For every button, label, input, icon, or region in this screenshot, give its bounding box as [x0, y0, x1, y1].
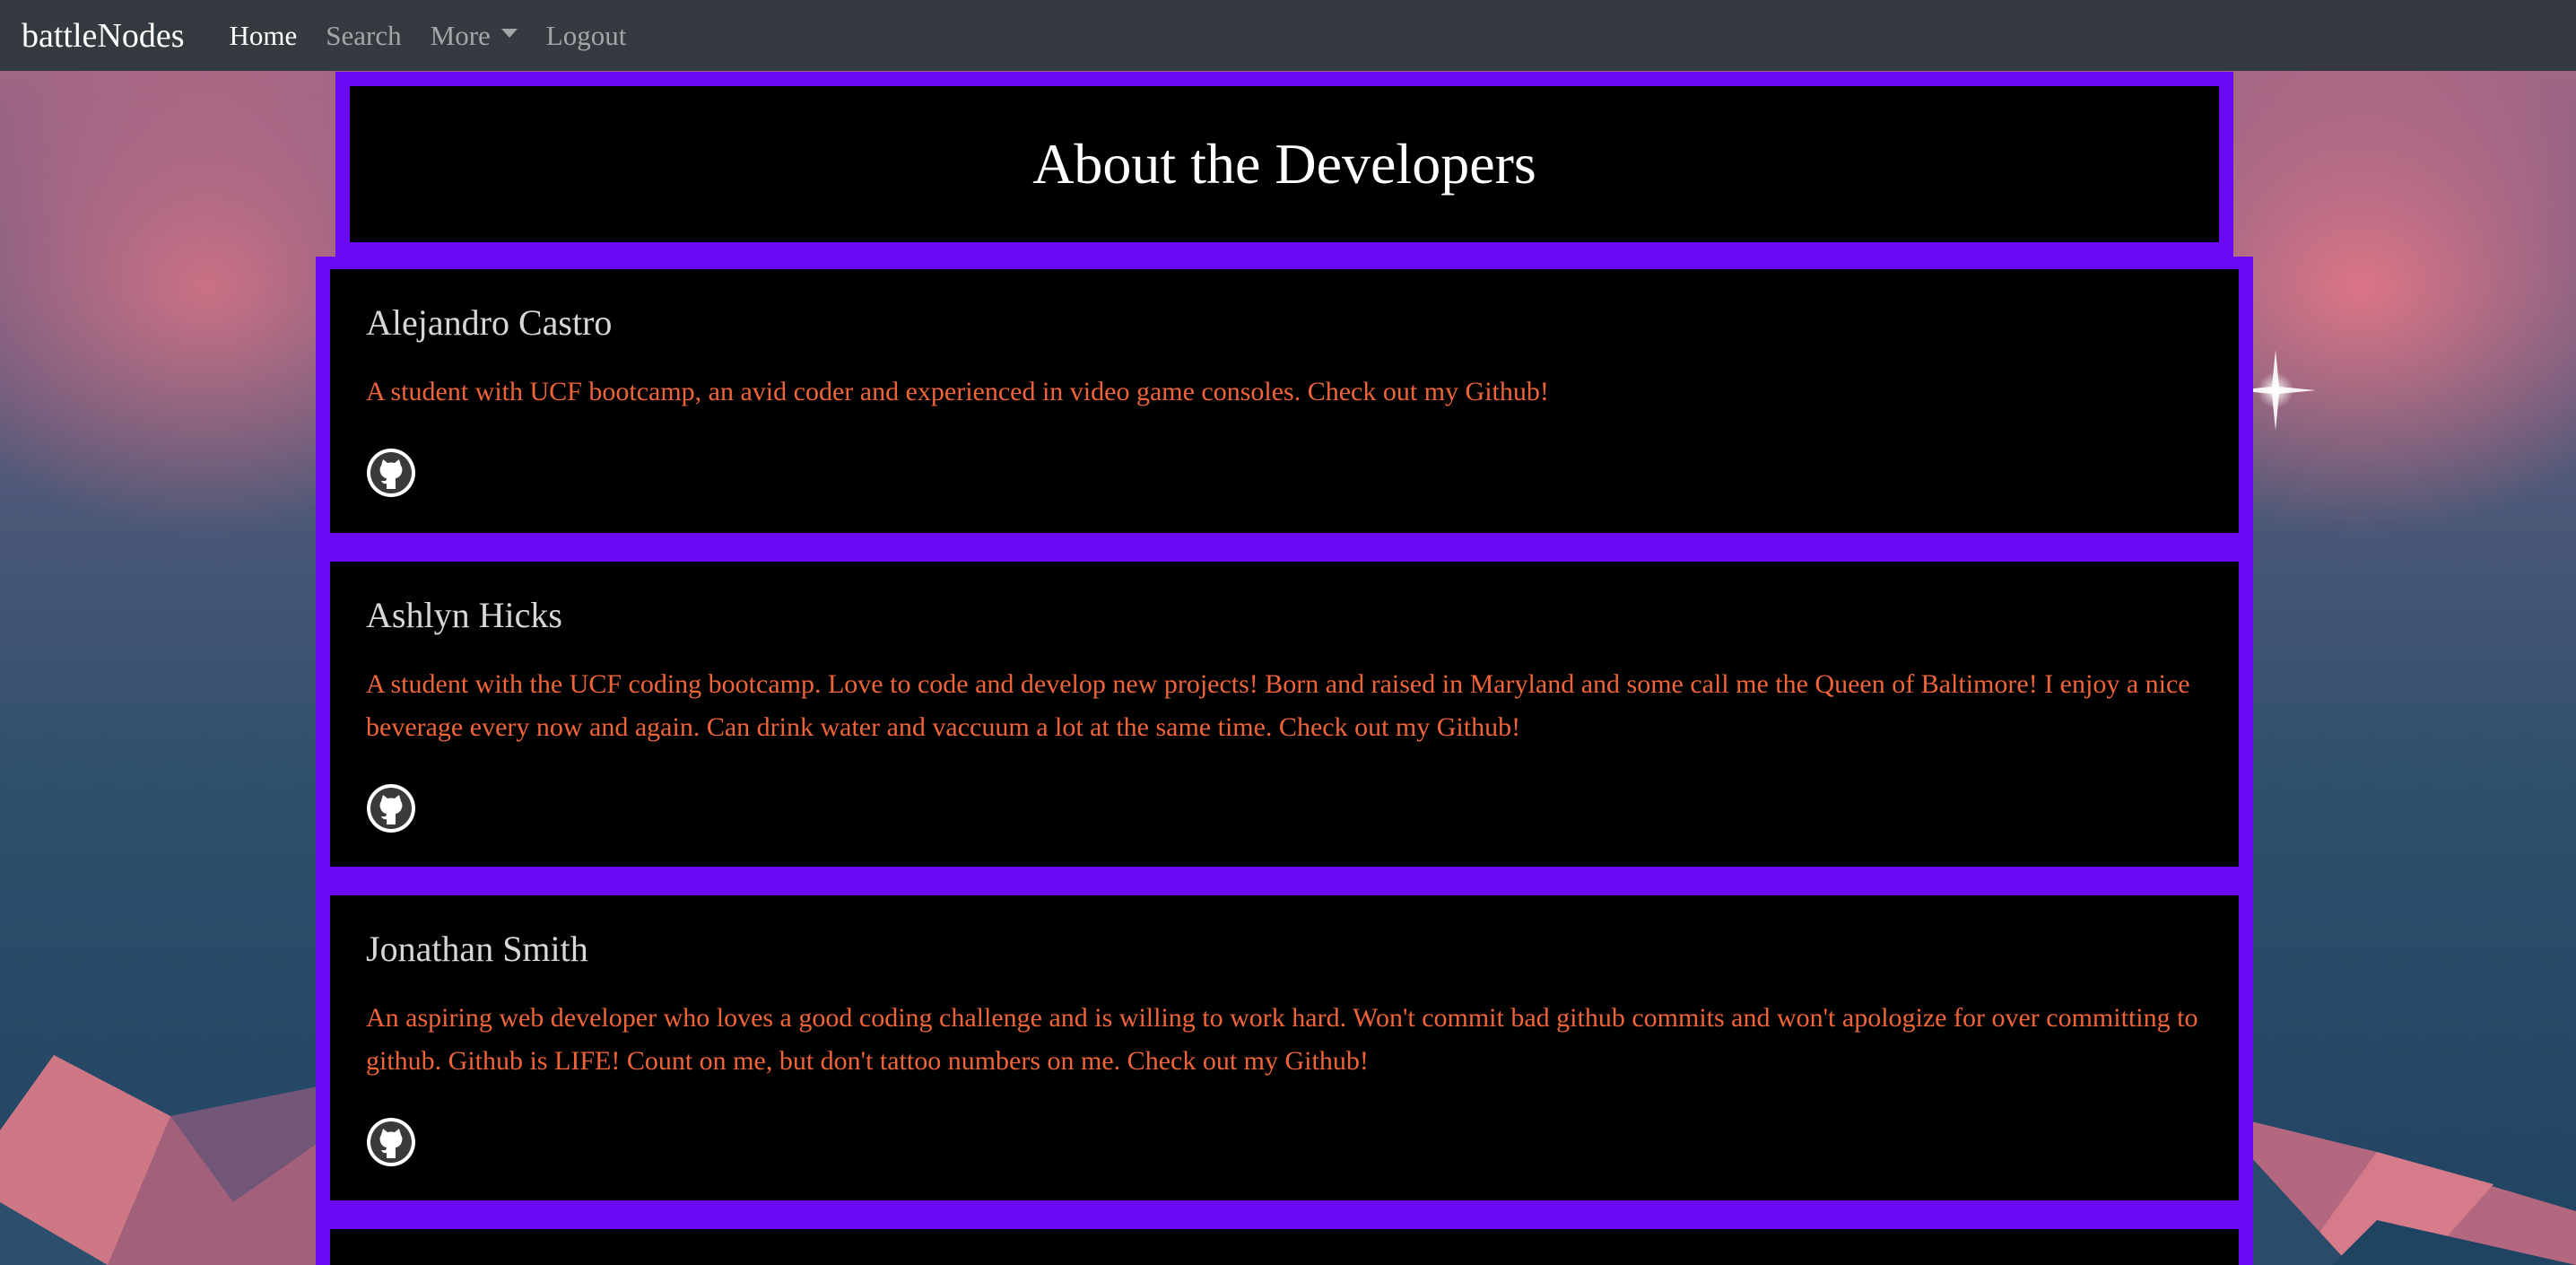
- developer-bio: A student with UCF bootcamp, an avid cod…: [366, 377, 1549, 406]
- developer-name: Ashlyn Hicks: [366, 595, 562, 635]
- page-title: About the Developers: [1032, 132, 1536, 196]
- nav-logout-link[interactable]: Logout: [546, 20, 627, 52]
- developer-list: Alejandro Castro A student with UCF boot…: [316, 257, 2253, 1265]
- developer-card: [330, 1229, 2239, 1265]
- developer-bio: A student with the UCF coding bootcamp. …: [366, 669, 2190, 742]
- github-icon[interactable]: [366, 448, 416, 498]
- page-title-frame: About the Developers: [335, 72, 2233, 257]
- developer-bio: An aspiring web developer who loves a go…: [366, 1003, 2198, 1076]
- brand-logo[interactable]: battleNodes: [22, 16, 185, 56]
- nav-more-dropdown[interactable]: More: [431, 20, 518, 52]
- developer-card: Jonathan Smith An aspiring web developer…: [330, 895, 2239, 1200]
- github-icon[interactable]: [366, 783, 416, 833]
- top-navbar: battleNodes Home Search More Logout: [0, 0, 2576, 71]
- page-title-box: About the Developers: [350, 86, 2219, 242]
- developer-card: Ashlyn Hicks A student with the UCF codi…: [330, 562, 2239, 867]
- developer-name: Alejandro Castro: [366, 302, 613, 343]
- nav-home-link[interactable]: Home: [230, 20, 298, 52]
- caret-down-icon: [500, 28, 518, 38]
- developer-card: Alejandro Castro A student with UCF boot…: [330, 269, 2239, 533]
- nav-search-link[interactable]: Search: [326, 20, 401, 52]
- developer-name: Jonathan Smith: [366, 929, 588, 969]
- github-icon[interactable]: [366, 1117, 416, 1167]
